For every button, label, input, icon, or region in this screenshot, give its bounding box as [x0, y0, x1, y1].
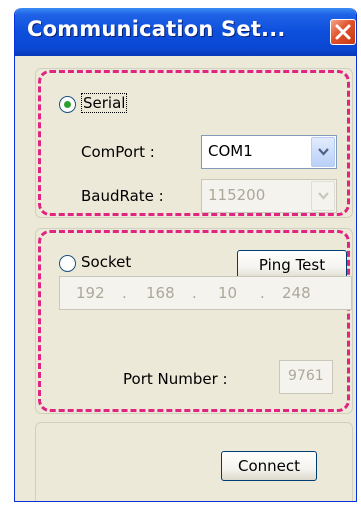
ip-octet-1: 192: [76, 284, 105, 302]
serial-radio[interactable]: [59, 96, 76, 113]
comport-select[interactable]: COM1: [201, 135, 337, 169]
comport-value: COM1: [208, 142, 253, 160]
port-number-field: 9761: [279, 360, 333, 394]
ip-octet-2: 168: [146, 284, 175, 302]
comport-label: ComPort :: [81, 143, 155, 161]
baudrate-select: 115200: [201, 179, 337, 213]
radio-selected-dot: [64, 101, 71, 108]
serial-radio-label[interactable]: Serial: [81, 93, 128, 113]
connect-button[interactable]: Connect: [221, 451, 317, 481]
baudrate-label: BaudRate :: [81, 187, 164, 205]
title-bar[interactable]: Communication Set...: [15, 8, 356, 56]
ip-octet-3: 10: [218, 284, 238, 302]
ip-dot-3: .: [260, 284, 265, 302]
window-title: Communication Set...: [27, 17, 286, 41]
comport-dropdown-button[interactable]: [311, 137, 335, 167]
communication-settings-window: Communication Set... Serial ComPort : CO…: [14, 8, 357, 502]
baudrate-dropdown-button: [311, 181, 335, 211]
chevron-down-icon: [318, 148, 329, 156]
baudrate-value: 115200: [208, 186, 266, 204]
close-button[interactable]: [330, 19, 356, 45]
socket-radio-label[interactable]: Socket: [81, 253, 131, 271]
ip-dot-2: .: [192, 284, 197, 302]
ip-octet-4: 248: [282, 284, 311, 302]
socket-radio[interactable]: [59, 255, 76, 272]
chevron-down-icon: [318, 192, 329, 200]
port-number-value: 9761: [288, 368, 324, 384]
port-number-label: Port Number :: [123, 370, 228, 388]
ip-dot-1: .: [122, 284, 127, 302]
ip-address-field: 192 . 168 . 10 . 248: [59, 276, 352, 310]
close-icon: [335, 24, 351, 40]
